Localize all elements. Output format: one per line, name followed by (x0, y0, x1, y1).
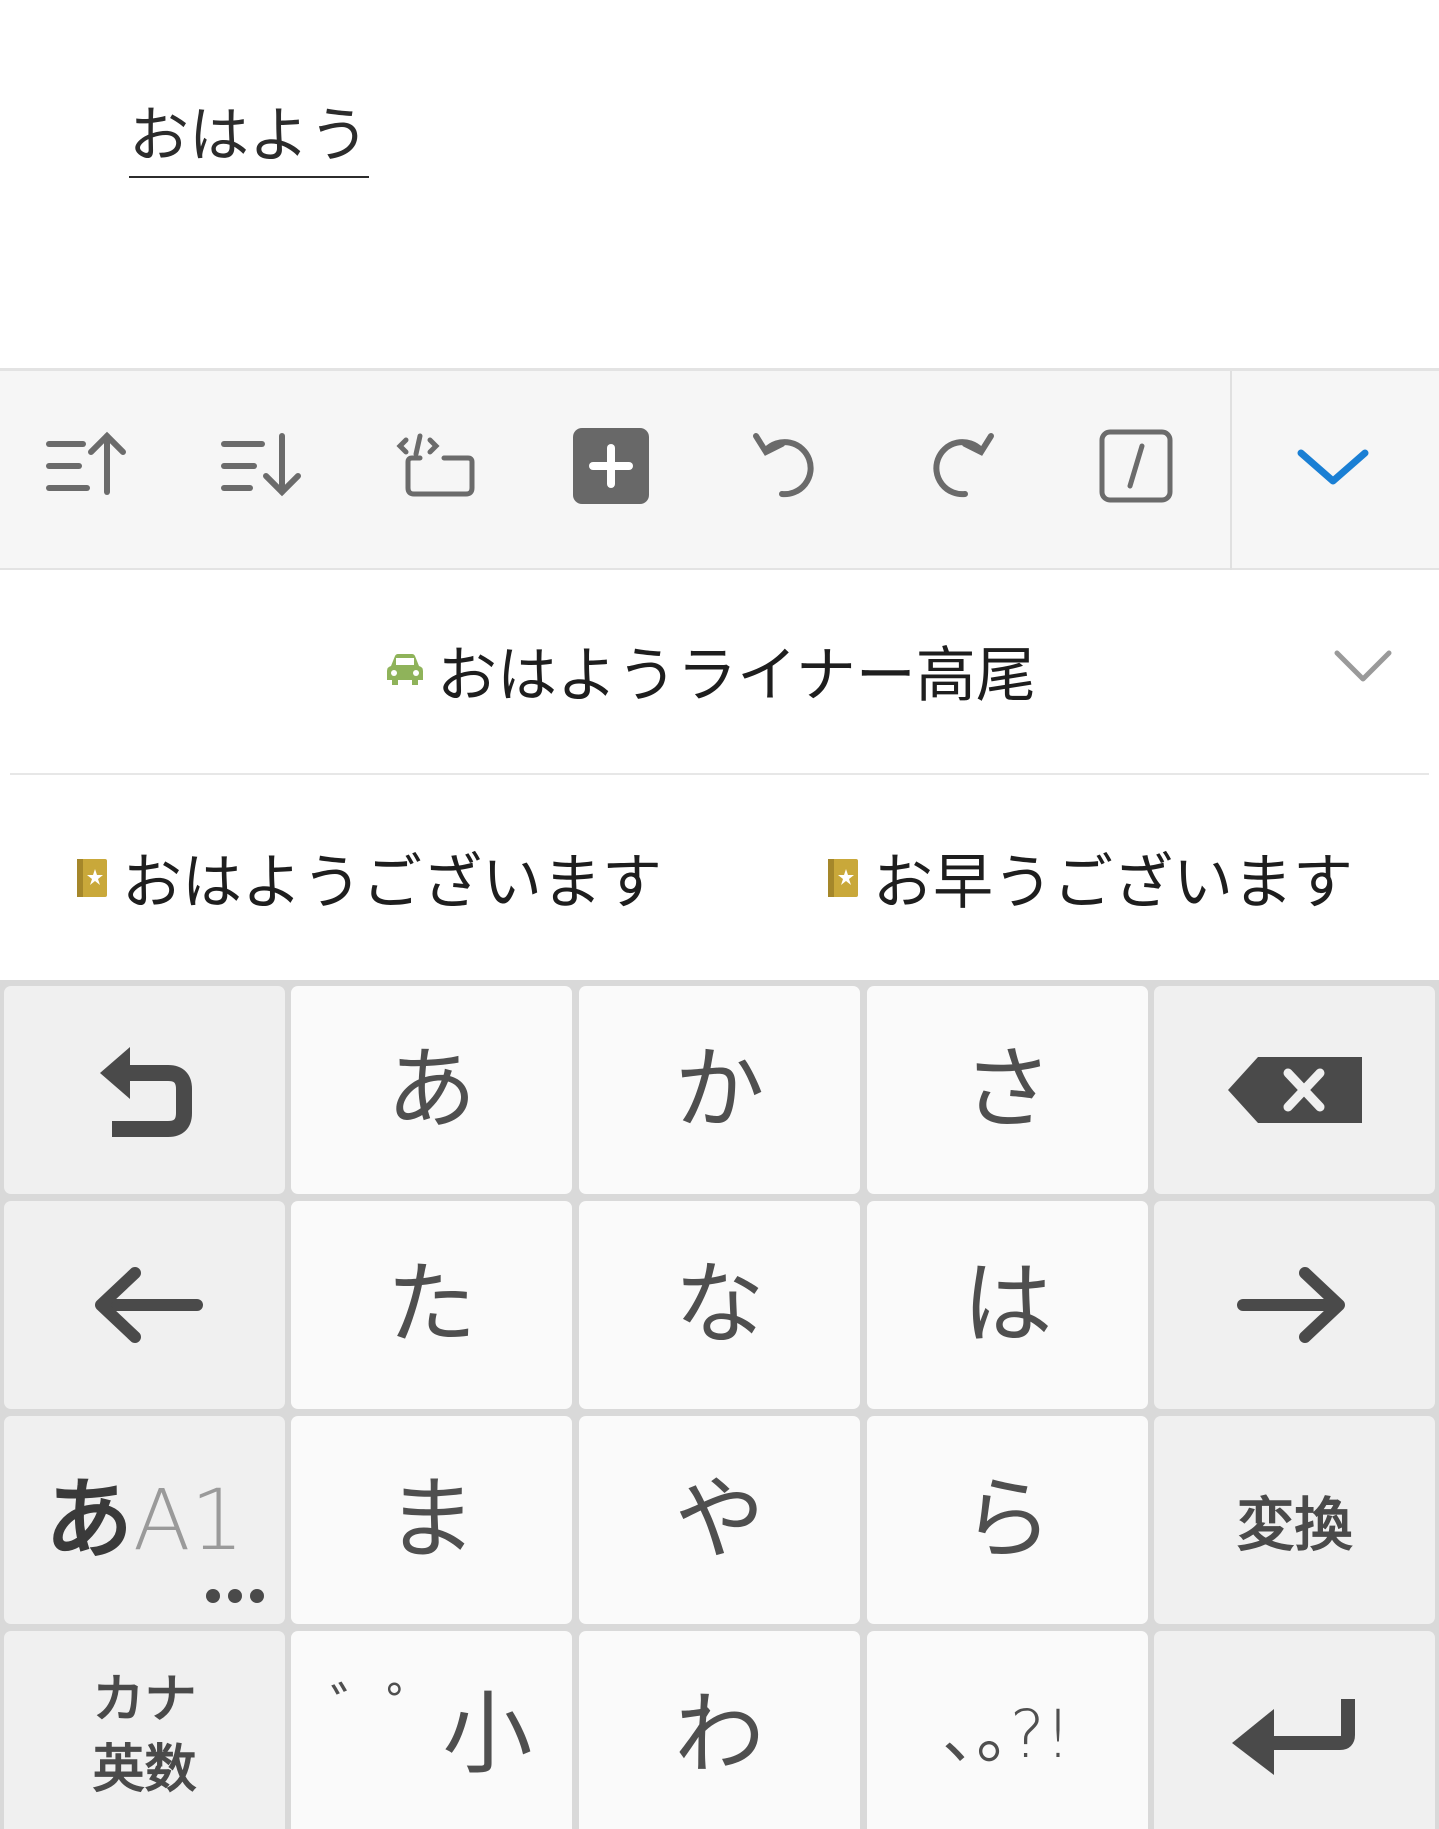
cursor-select-button[interactable] (380, 411, 490, 521)
cursor-left-key[interactable] (4, 1201, 285, 1409)
key-label: わ (674, 1682, 765, 1787)
toolbar-divider (1230, 371, 1232, 571)
add-box-icon (573, 428, 649, 504)
key-label: な (674, 1252, 765, 1357)
key-ra[interactable]: ら (867, 1416, 1148, 1624)
undo-key[interactable] (4, 986, 285, 1194)
enter-key[interactable] (1154, 1631, 1435, 1829)
more-dots-icon (206, 1589, 264, 1603)
candidate-item[interactable]: お早うございます (827, 815, 1353, 940)
arrow-right-icon (1236, 1267, 1345, 1343)
arrow-left-icon (94, 1267, 203, 1343)
candidate-primary[interactable]: おはようライナー高尾 (385, 610, 1036, 730)
key-label: や (674, 1467, 765, 1572)
chevron-down-icon (1334, 650, 1392, 682)
mode-label-kana: あ (45, 1468, 134, 1571)
screen: おはよう おはようライナー高尾 おはようございます お早うございます あ か さ… (0, 0, 1439, 1829)
composing-text[interactable]: おはよう (129, 98, 369, 178)
kana-eisu-key[interactable]: カナ 英数 (4, 1631, 285, 1829)
key-label: 小 (442, 1682, 533, 1787)
key-label: た (386, 1252, 477, 1357)
candidate-item-label: おはようございます (122, 848, 662, 918)
collapse-keyboard-button[interactable] (1278, 411, 1388, 521)
input-mode-key[interactable]: あ A1 (4, 1416, 285, 1624)
key-label-line2: 英数 (92, 1740, 197, 1800)
key-ma[interactable]: ま (291, 1416, 572, 1624)
candidate-panel: おはようライナー高尾 おはようございます お早うございます (0, 570, 1439, 980)
key-label: あ (386, 1037, 477, 1142)
key-label: 変換 (1236, 1491, 1353, 1559)
text-editor[interactable]: おはよう (0, 0, 1439, 368)
slash-box-icon (1099, 429, 1173, 503)
dakuten-marks: ゛゜ (330, 1678, 443, 1743)
sort-down-icon (221, 433, 301, 497)
key-label: さ (962, 1037, 1053, 1142)
convert-key[interactable]: 変換 (1154, 1416, 1435, 1624)
candidate-item-label: お早うございます (873, 848, 1353, 918)
punctuation-key[interactable]: ､｡?! (867, 1631, 1148, 1829)
candidate-item[interactable]: おはようございます (76, 815, 662, 940)
cursor-right-key[interactable] (1154, 1201, 1435, 1409)
cursor-select-icon (396, 433, 475, 497)
key-label: ま (386, 1467, 477, 1572)
mode-label-alnum: A1 (133, 1471, 244, 1569)
dakuten-small-key[interactable]: ゛゜ 小 (291, 1631, 572, 1829)
redo-icon (933, 433, 994, 498)
candidate-primary-label: おはようライナー高尾 (437, 640, 1036, 711)
chevron-down-icon (1297, 449, 1369, 485)
dictionary-icon (77, 858, 107, 897)
key-label: ら (962, 1467, 1053, 1572)
redo-button[interactable] (906, 411, 1016, 521)
undo-icon (753, 433, 814, 498)
key-ha[interactable]: は (867, 1201, 1148, 1409)
backspace-key[interactable] (1154, 986, 1435, 1194)
key-sa[interactable]: さ (867, 986, 1148, 1194)
key-wa[interactable]: わ (579, 1631, 860, 1829)
dictionary-icon (828, 858, 858, 897)
candidate-row-secondary: おはようございます お早うございます (0, 775, 1439, 980)
backspace-icon (1227, 1057, 1362, 1123)
key-na[interactable]: な (579, 1201, 860, 1409)
kana-eisu-label: カナ 英数 (92, 1665, 196, 1805)
key-label: か (674, 1037, 765, 1142)
undo-icon (99, 1047, 192, 1137)
enter-icon (1231, 1699, 1355, 1775)
key-ka[interactable]: か (579, 986, 860, 1194)
flick-keyboard: あ か さ た な は あ A1 ま や ら 変換 カナ 英数 ゛゜ 小 わ ､… (0, 980, 1439, 1829)
slash-button[interactable] (1081, 411, 1191, 521)
sort-down-button[interactable] (205, 411, 315, 521)
key-label: ､｡?! (943, 1696, 1072, 1773)
add-button[interactable] (556, 411, 666, 521)
sort-up-button[interactable] (30, 411, 140, 521)
candidate-row-primary: おはようライナー高尾 (0, 570, 1439, 774)
car-icon (387, 654, 423, 685)
candidate-expand-button[interactable] (1318, 620, 1408, 710)
key-ya[interactable]: や (579, 1416, 860, 1624)
undo-button[interactable] (731, 411, 841, 521)
key-label: は (962, 1252, 1053, 1357)
key-label-line1: カナ (92, 1670, 197, 1730)
sort-up-icon (46, 431, 126, 495)
key-ta[interactable]: た (291, 1201, 572, 1409)
key-a[interactable]: あ (291, 986, 572, 1194)
keyboard-toolbar (0, 368, 1439, 571)
